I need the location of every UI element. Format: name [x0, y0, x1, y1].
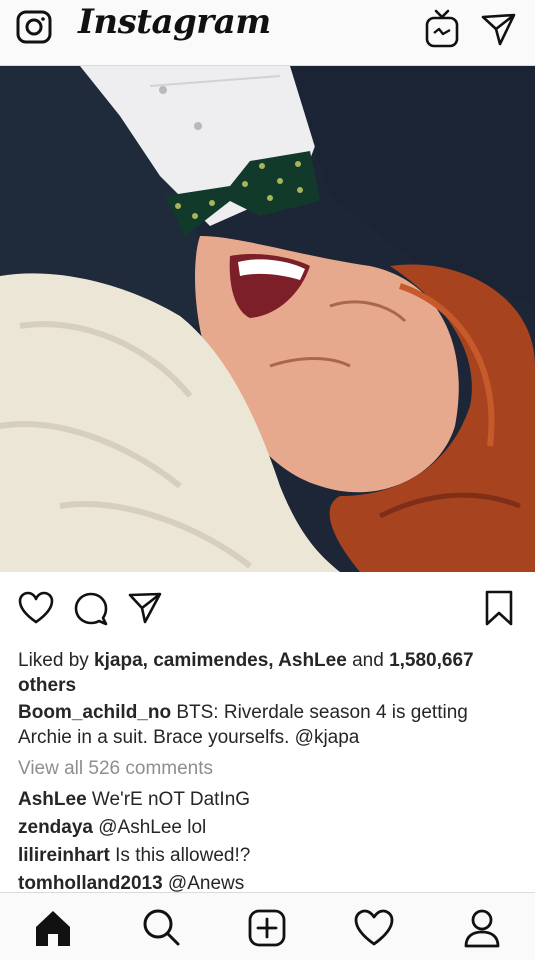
comment-item: lilireinhart Is this allowed!?: [18, 844, 250, 868]
comment-text: @Anews: [162, 873, 245, 894]
top-bar: Instagram: [0, 0, 535, 66]
comment-text: We'rE nOT DatInG: [86, 789, 251, 810]
bookmark-icon[interactable]: [484, 589, 514, 627]
activity-icon[interactable]: [353, 907, 395, 949]
likes-count[interactable]: 1,580,667: [389, 650, 474, 671]
post-actions: [0, 572, 535, 642]
bottom-navigation: [0, 892, 535, 960]
likes-others[interactable]: others: [18, 675, 76, 696]
comment-text: Is this allowed!?: [109, 845, 251, 866]
direct-message-icon[interactable]: [480, 11, 518, 47]
share-icon[interactable]: [127, 591, 163, 625]
home-icon[interactable]: [32, 907, 74, 949]
comment-text: @AshLee lol: [92, 817, 207, 838]
comment-username[interactable]: zendaya: [18, 817, 93, 838]
view-all-comments-link[interactable]: View all 526 comments: [18, 758, 213, 780]
search-icon[interactable]: [140, 907, 182, 949]
comment-item: AshLee We'rE nOT DatInG: [18, 788, 250, 812]
likes-summary[interactable]: Liked by kjapa, camimendes, AshLee and 1…: [18, 648, 518, 698]
liked-by-names[interactable]: kjapa, camimendes, AshLee: [94, 650, 347, 671]
new-post-icon[interactable]: [246, 907, 288, 949]
heart-icon[interactable]: [18, 591, 54, 625]
caption-username[interactable]: Boom_achild_no: [18, 702, 171, 723]
comment-username[interactable]: lilireinhart: [18, 845, 110, 866]
post-image-illustration: [0, 66, 535, 572]
comment-username[interactable]: AshLee: [18, 789, 87, 810]
comment-username[interactable]: tomholland2013: [18, 873, 163, 894]
post-photo[interactable]: [0, 66, 535, 572]
comment-icon[interactable]: [73, 591, 109, 627]
profile-icon[interactable]: [461, 907, 503, 949]
igtv-icon[interactable]: [424, 9, 462, 49]
post-caption: Boom_achild_no BTS: Riverdale season 4 i…: [18, 700, 518, 750]
comment-item: zendaya @AshLee lol: [18, 816, 206, 840]
instagram-logo[interactable]: Instagram: [78, 2, 271, 42]
camera-icon[interactable]: [16, 8, 54, 46]
